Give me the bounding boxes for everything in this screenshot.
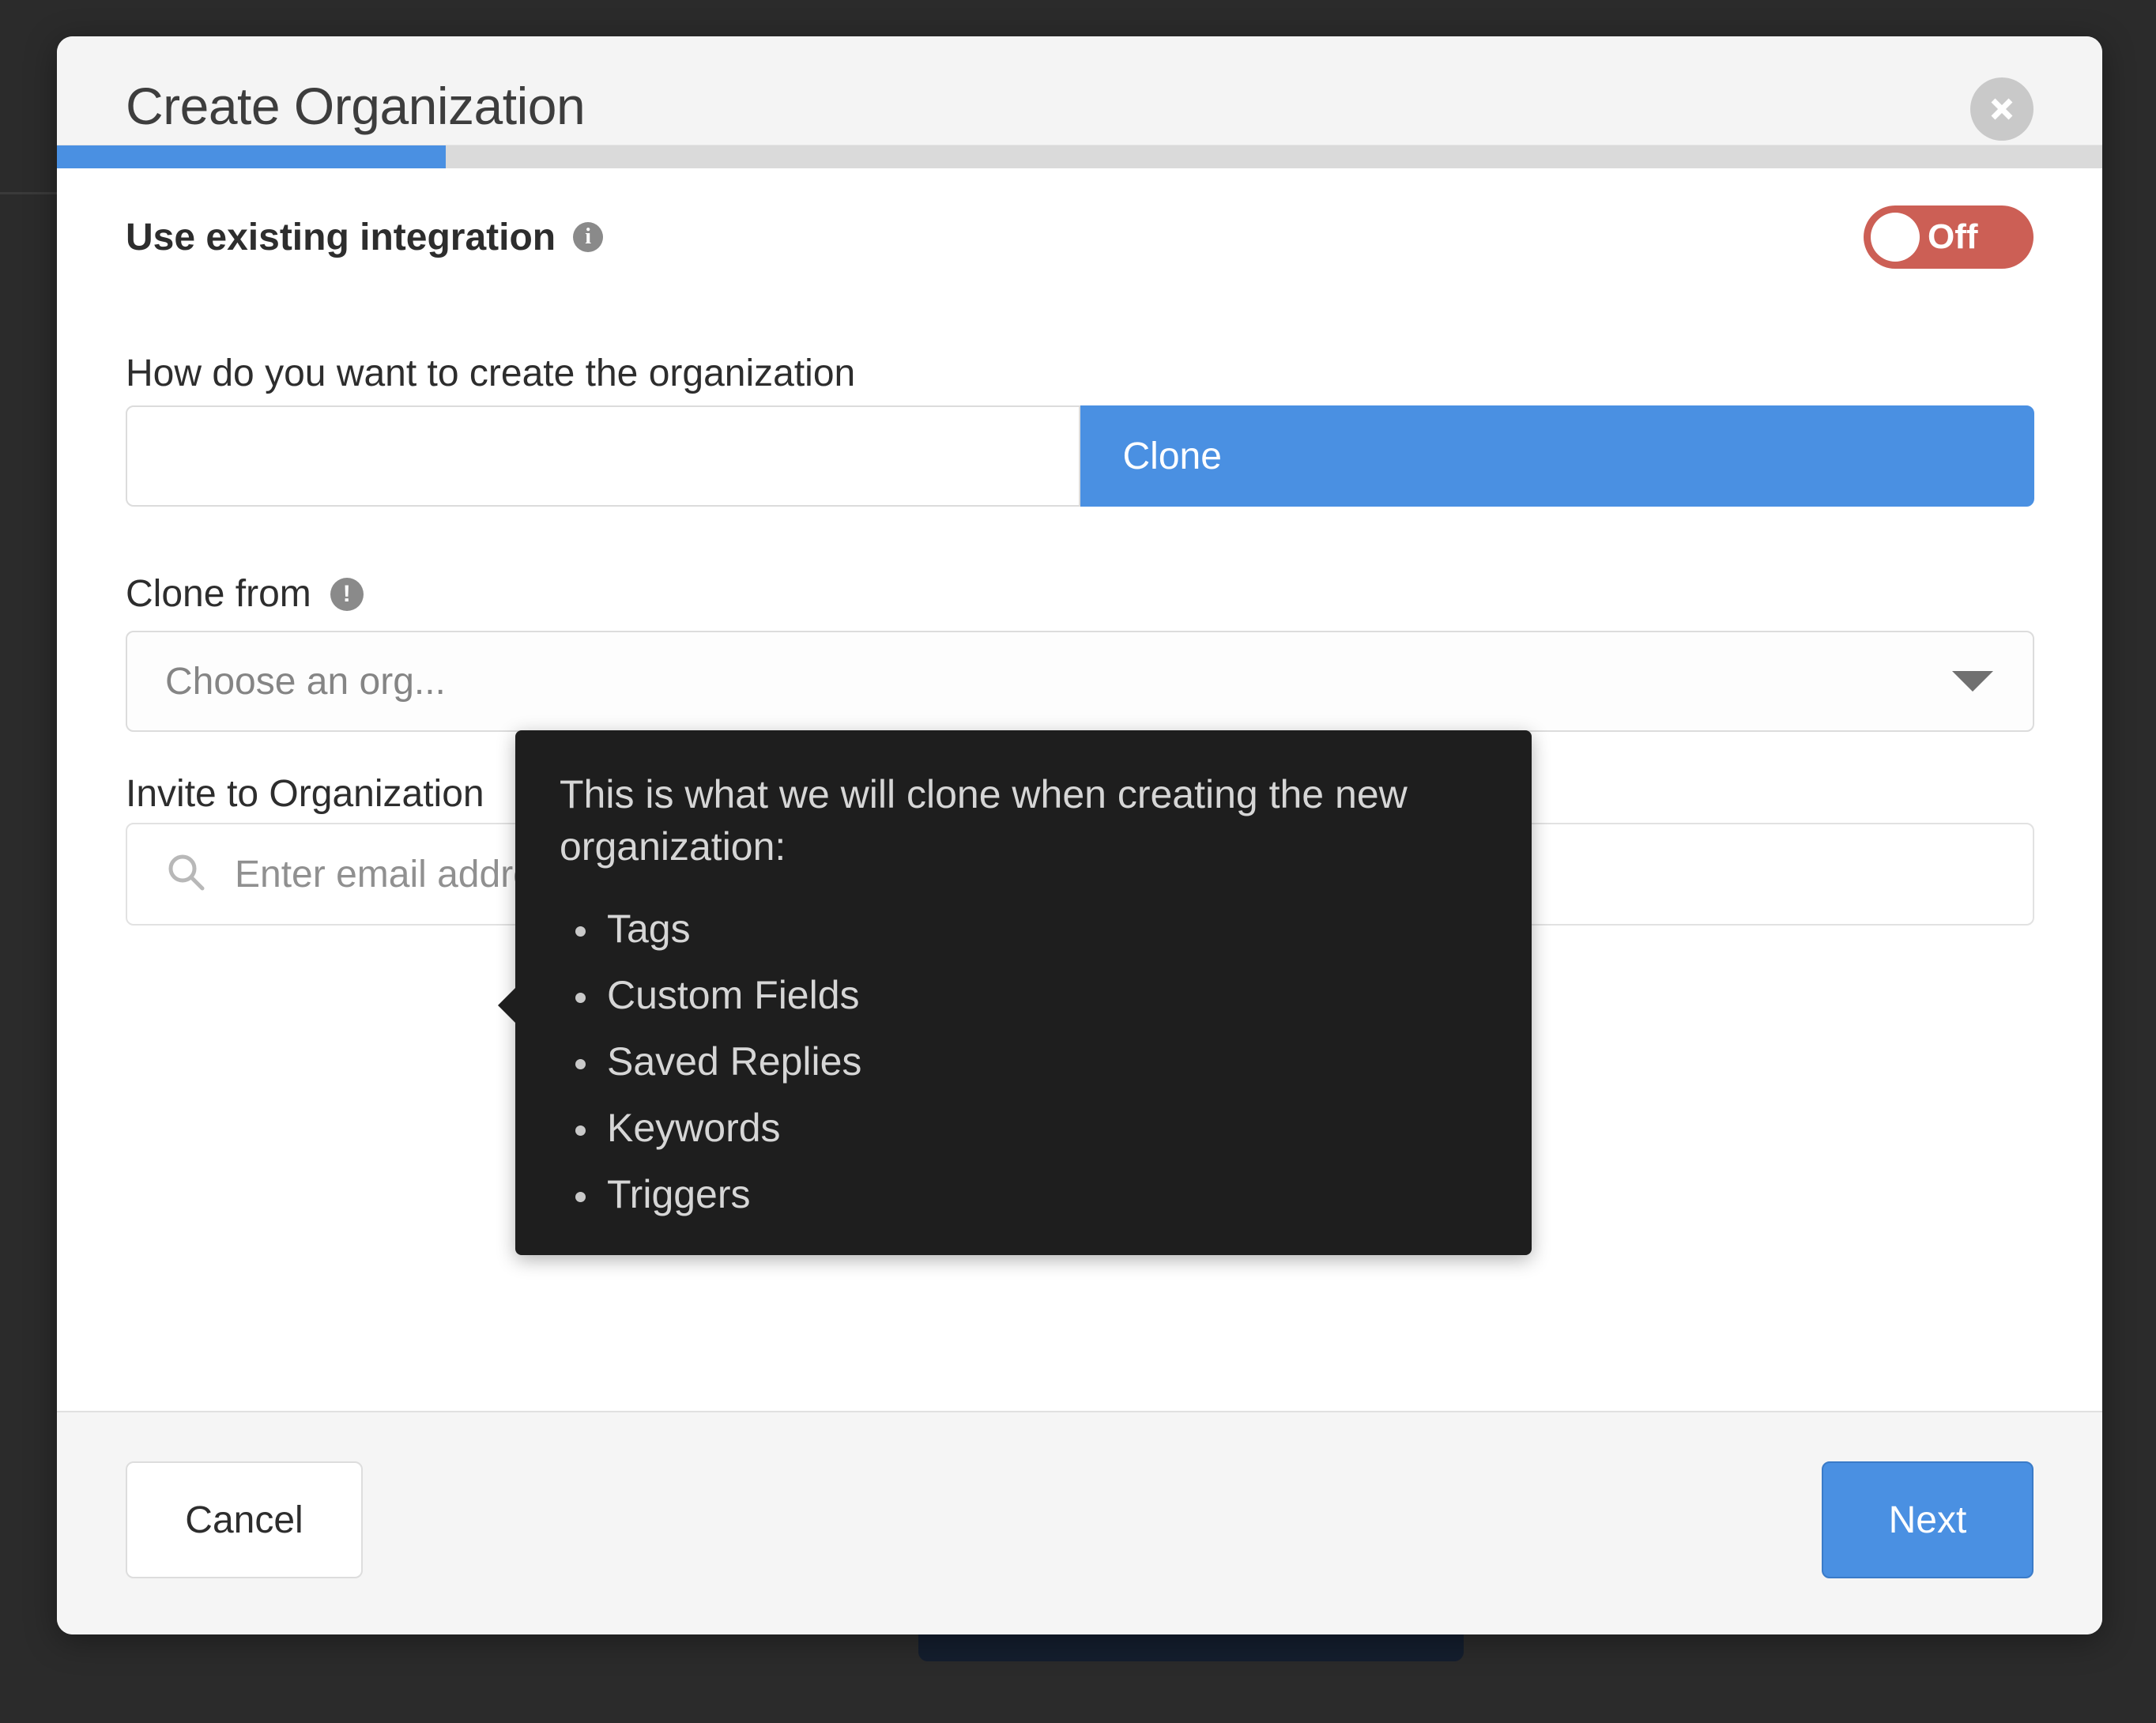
wizard-progress-fill [57,145,446,168]
use-existing-integration-text: Use existing integration [126,216,556,258]
exclamation-icon[interactable]: ! [330,577,364,611]
backdrop-divider [0,192,57,194]
dialog-header: Create Organization [57,36,2102,145]
list-item: Custom Fields [575,975,1487,1015]
use-existing-integration-label: Use existing integration i [126,216,604,259]
dialog-body: Use existing integration i Off How do yo… [57,168,2102,1411]
create-mode-option-clone[interactable]: Clone [1080,405,2034,507]
tooltip-intro-text: This is what we will clone when creating… [560,772,1408,869]
invite-label: Invite to Organization [126,773,484,815]
tooltip-arrow [498,986,517,1024]
info-icon[interactable]: i [573,222,604,252]
list-item: Saved Replies [575,1042,1487,1081]
clone-from-label: Clone from ! [126,572,364,616]
use-existing-integration-row: Use existing integration i Off [126,205,2034,269]
clone-from-text: Clone from [126,573,311,615]
create-mode-label: How do you want to create the organizati… [126,353,856,394]
clone-info-tooltip: This is what we will clone when creating… [498,730,1532,1255]
create-mode-segmented-control: Clone [126,405,2034,507]
toggle-knob [1871,213,1920,262]
create-organization-dialog: Create Organization Use existing integra… [57,36,2102,1634]
toggle-state-label: Off [1928,217,1978,256]
use-existing-integration-toggle[interactable]: Off [1864,205,2034,269]
close-icon[interactable] [1970,77,2034,141]
list-item: Triggers [575,1174,1487,1214]
list-item: Tags [575,909,1487,948]
dialog-footer: Cancel Next [57,1411,2102,1634]
list-item: Keywords [575,1108,1487,1148]
wizard-progress-bar [57,145,2102,168]
next-button[interactable]: Next [1822,1461,2034,1578]
create-mode-option-blank[interactable] [126,405,1080,507]
search-icon [165,851,208,898]
tooltip-item-list: Tags Custom Fields Saved Replies Keyword… [560,909,1487,1214]
page-title: Create Organization [126,77,586,135]
cancel-button[interactable]: Cancel [126,1461,363,1578]
chevron-down-icon [1952,671,1993,692]
clone-from-select[interactable]: Choose an org... [126,631,2034,732]
clone-from-selected-value: Choose an org... [165,660,446,703]
